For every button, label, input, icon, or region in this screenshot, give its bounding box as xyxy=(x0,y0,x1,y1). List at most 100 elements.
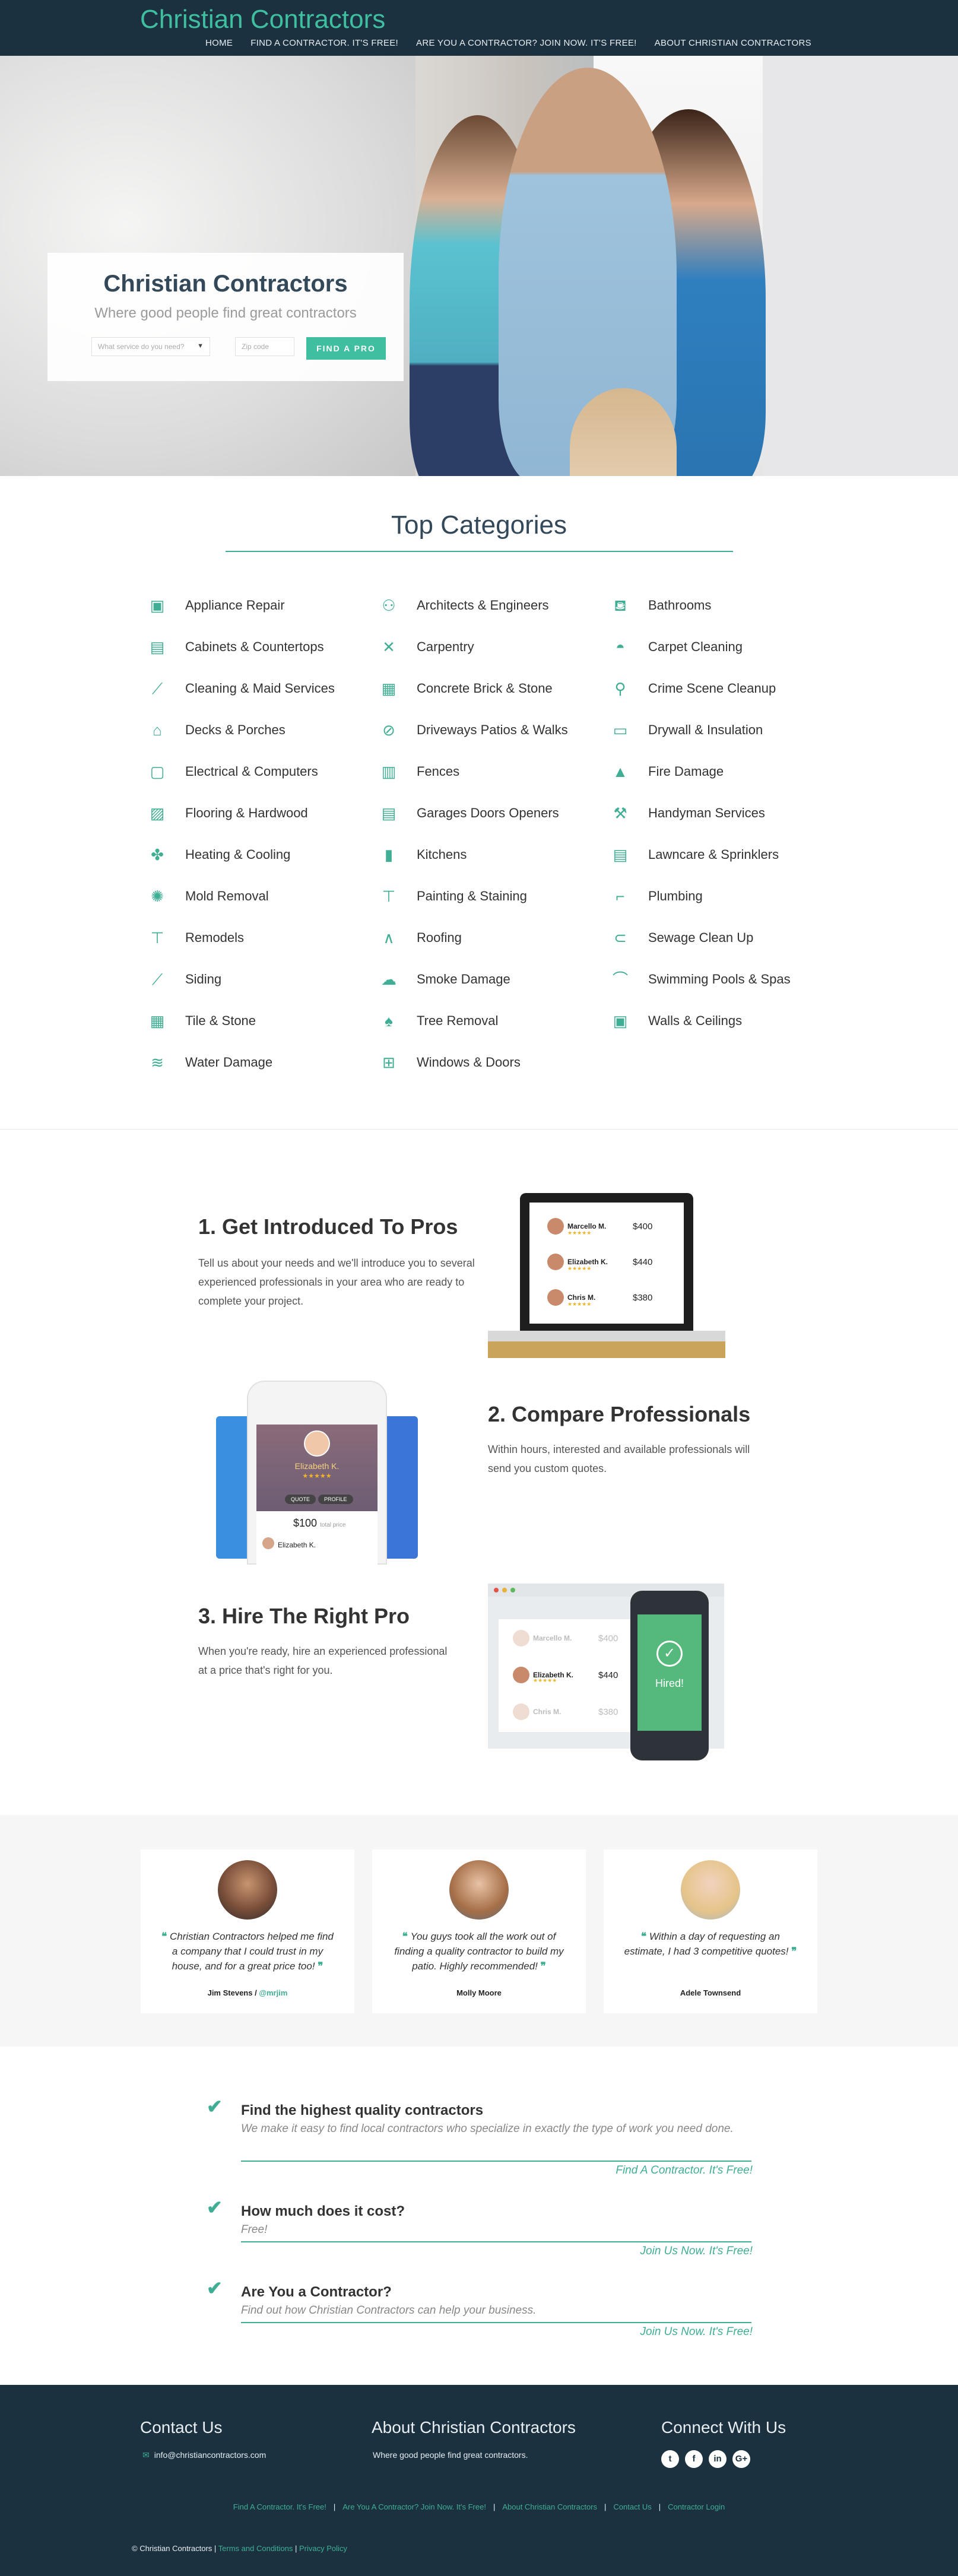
laptop-screen: Marcello M. $400 ★★★★★ Elizabeth K. $440… xyxy=(529,1203,684,1324)
category-label: Electrical & Computers xyxy=(185,764,318,779)
category-item[interactable]: ▤ Garages Doors Openers xyxy=(380,792,611,834)
feature-link-join-contractor[interactable]: Join Us Now. It's Free! xyxy=(640,2326,753,2339)
category-item[interactable]: ⊞ Windows & Doors xyxy=(380,1042,611,1083)
nav-join-contractor[interactable]: ARE YOU A CONTRACTOR? JOIN NOW. IT'S FRE… xyxy=(416,38,637,48)
feature-link-join[interactable]: Join Us Now. It's Free! xyxy=(640,2245,753,2258)
email-text[interactable]: info@christiancontractors.com xyxy=(154,2450,267,2460)
category-item[interactable]: ▤ Lawncare & Sprinklers xyxy=(611,834,843,875)
category-item[interactable]: ⌂ Decks & Porches xyxy=(148,709,380,751)
category-item[interactable]: ☁ Smoke Damage xyxy=(380,959,611,1000)
quote-button: QUOTE xyxy=(285,1495,316,1504)
category-item[interactable]: ✺ Mold Removal xyxy=(148,875,380,917)
google-plus-icon[interactable]: G+ xyxy=(732,2450,750,2468)
facebook-icon[interactable]: f xyxy=(685,2450,703,2468)
twitter-icon[interactable]: t xyxy=(661,2450,679,2468)
quote-price: $400 xyxy=(598,1633,618,1644)
feature-title: Are You a Contractor? xyxy=(241,2284,392,2300)
category-item[interactable]: ▤ Cabinets & Countertops xyxy=(148,626,380,668)
footer-link-join[interactable]: Are You A Contractor? Join Now. It's Fre… xyxy=(342,2502,486,2511)
testimonial-author: Adele Townsend xyxy=(680,1988,741,1997)
category-item[interactable]: ▭ Drywall & Insulation xyxy=(611,709,843,751)
service-select[interactable]: What service do you need? ▼ xyxy=(91,337,210,356)
handyman-icon: ⚒ xyxy=(613,804,627,822)
category-item[interactable]: ▢ Electrical & Computers xyxy=(148,751,380,792)
hero-subtitle: Where good people find great contractors xyxy=(94,305,357,321)
profile-name: Elizabeth K. xyxy=(294,1461,340,1471)
category-item[interactable]: ⟋ Cleaning & Maid Services xyxy=(148,668,380,709)
nav-about[interactable]: ABOUT CHRISTIAN CONTRACTORS xyxy=(655,38,811,48)
main-nav: HOME FIND A CONTRACTOR. IT'S FREE! ARE Y… xyxy=(205,38,811,48)
plumbing-icon: ⌐ xyxy=(616,887,625,905)
category-label: Sewage Clean Up xyxy=(648,930,754,945)
category-item[interactable]: ▮ Kitchens xyxy=(380,834,611,875)
privacy-link[interactable]: Privacy Policy xyxy=(299,2544,347,2553)
author-handle[interactable]: @mrjim xyxy=(259,1988,287,1997)
category-item[interactable]: ⟋ Siding xyxy=(148,959,380,1000)
category-item[interactable]: ⊘ Driveways Patios & Walks xyxy=(380,709,611,751)
wall-icon: ▣ xyxy=(613,1012,628,1030)
category-label: Handyman Services xyxy=(648,805,765,820)
category-item[interactable]: ▥ Fences xyxy=(380,751,611,792)
quote-price: $380 xyxy=(633,1292,653,1303)
category-item[interactable]: ⌒ Swimming Pools & Spas xyxy=(611,959,843,1000)
appliance-icon: ▣ xyxy=(150,597,165,614)
close-dot-icon xyxy=(494,1588,499,1592)
nav-home[interactable]: HOME xyxy=(205,38,233,48)
browser-content: Marcello M. $400 Elizabeth K. $440 ★★★★★… xyxy=(499,1619,653,1732)
step1-text: Tell us about your needs and we'll intro… xyxy=(198,1257,475,1307)
category-item[interactable]: ⌐ Plumbing xyxy=(611,875,843,917)
nav-find-contractor[interactable]: FIND A CONTRACTOR. IT'S FREE! xyxy=(250,38,398,48)
feature-link-find[interactable]: Find A Contractor. It's Free! xyxy=(616,2164,753,2177)
brick-icon: ▦ xyxy=(381,680,396,697)
check-icon: ✔ xyxy=(207,2277,223,2299)
quote-close-icon: ❞ xyxy=(315,1960,323,1972)
cabinet-icon: ▤ xyxy=(150,638,165,656)
category-item[interactable]: ∧ Roofing xyxy=(380,917,611,959)
category-item[interactable]: ◓ Carpet Cleaning xyxy=(611,626,843,668)
feature-divider xyxy=(241,2161,751,2162)
footer-link-find[interactable]: Find A Contractor. It's Free! xyxy=(233,2502,326,2511)
category-item[interactable]: ▲ Fire Damage xyxy=(611,751,843,792)
category-item[interactable]: ✕ Carpentry xyxy=(380,626,611,668)
category-label: Fences xyxy=(417,764,460,779)
categories-grid: ▣ Appliance Repair ⚇ Architects & Engineers… xyxy=(148,585,843,1083)
brand-logo[interactable]: Christian Contractors xyxy=(140,5,385,34)
category-item[interactable]: ⚒ Handyman Services xyxy=(611,792,843,834)
quote-row: Elizabeth K. $440 ★★★★★ xyxy=(513,1662,643,1688)
category-item[interactable]: ⊤ Remodels xyxy=(148,917,380,959)
computer-icon: ▢ xyxy=(150,763,165,781)
linkedin-icon[interactable]: in xyxy=(709,2450,727,2468)
hero-right-panel xyxy=(763,56,958,476)
category-item[interactable]: ⚲ Crime Scene Cleanup xyxy=(611,668,843,709)
category-item[interactable]: ♠ Tree Removal xyxy=(380,1000,611,1042)
category-item[interactable]: ▣ Walls & Ceilings xyxy=(611,1000,843,1042)
copyright-text: © Christian Contractors xyxy=(132,2544,212,2553)
step1-title: 1. Get Introduced To Pros xyxy=(198,1214,458,1239)
category-item[interactable]: ≋ Water Damage xyxy=(148,1042,380,1083)
category-item[interactable]: ⛾ Bathrooms xyxy=(611,585,843,626)
footer-email[interactable]: ✉ info@christiancontractors.com xyxy=(142,2450,266,2460)
feature-title: Find the highest quality contractors xyxy=(241,2102,484,2118)
author-name: Jim Stevens xyxy=(207,1988,253,1997)
quote-name: Chris M. xyxy=(533,1708,562,1716)
footer-link-about[interactable]: About Christian Contractors xyxy=(502,2502,597,2511)
category-item[interactable]: ▦ Tile & Stone xyxy=(148,1000,380,1042)
category-item[interactable]: ✤ Heating & Cooling xyxy=(148,834,380,875)
category-item[interactable]: ▣ Appliance Repair xyxy=(148,585,380,626)
footer-link-contact[interactable]: Contact Us xyxy=(613,2502,651,2511)
category-item[interactable]: ⊂ Sewage Clean Up xyxy=(611,917,843,959)
find-pro-button[interactable]: FIND A PRO xyxy=(306,337,386,360)
category-label: Cleaning & Maid Services xyxy=(185,681,335,696)
category-item[interactable]: ⚇ Architects & Engineers xyxy=(380,585,611,626)
category-item[interactable]: ▦ Concrete Brick & Stone xyxy=(380,668,611,709)
profile-buttons: QUOTE PROFILE xyxy=(285,1495,353,1504)
quote-open-icon: ❝ xyxy=(161,1931,170,1942)
footer-copyright: © Christian Contractors | Terms and Cond… xyxy=(132,2544,347,2553)
terms-link[interactable]: Terms and Conditions xyxy=(218,2544,293,2553)
category-item[interactable]: ▨ Flooring & Hardwood xyxy=(148,792,380,834)
stars-icon: ★★★★★ xyxy=(302,1473,332,1480)
category-item[interactable]: ⊤ Painting & Staining xyxy=(380,875,611,917)
zip-input[interactable]: Zip code xyxy=(235,337,294,356)
avatar xyxy=(681,1860,740,1920)
footer-link-login[interactable]: Contractor Login xyxy=(668,2502,725,2511)
